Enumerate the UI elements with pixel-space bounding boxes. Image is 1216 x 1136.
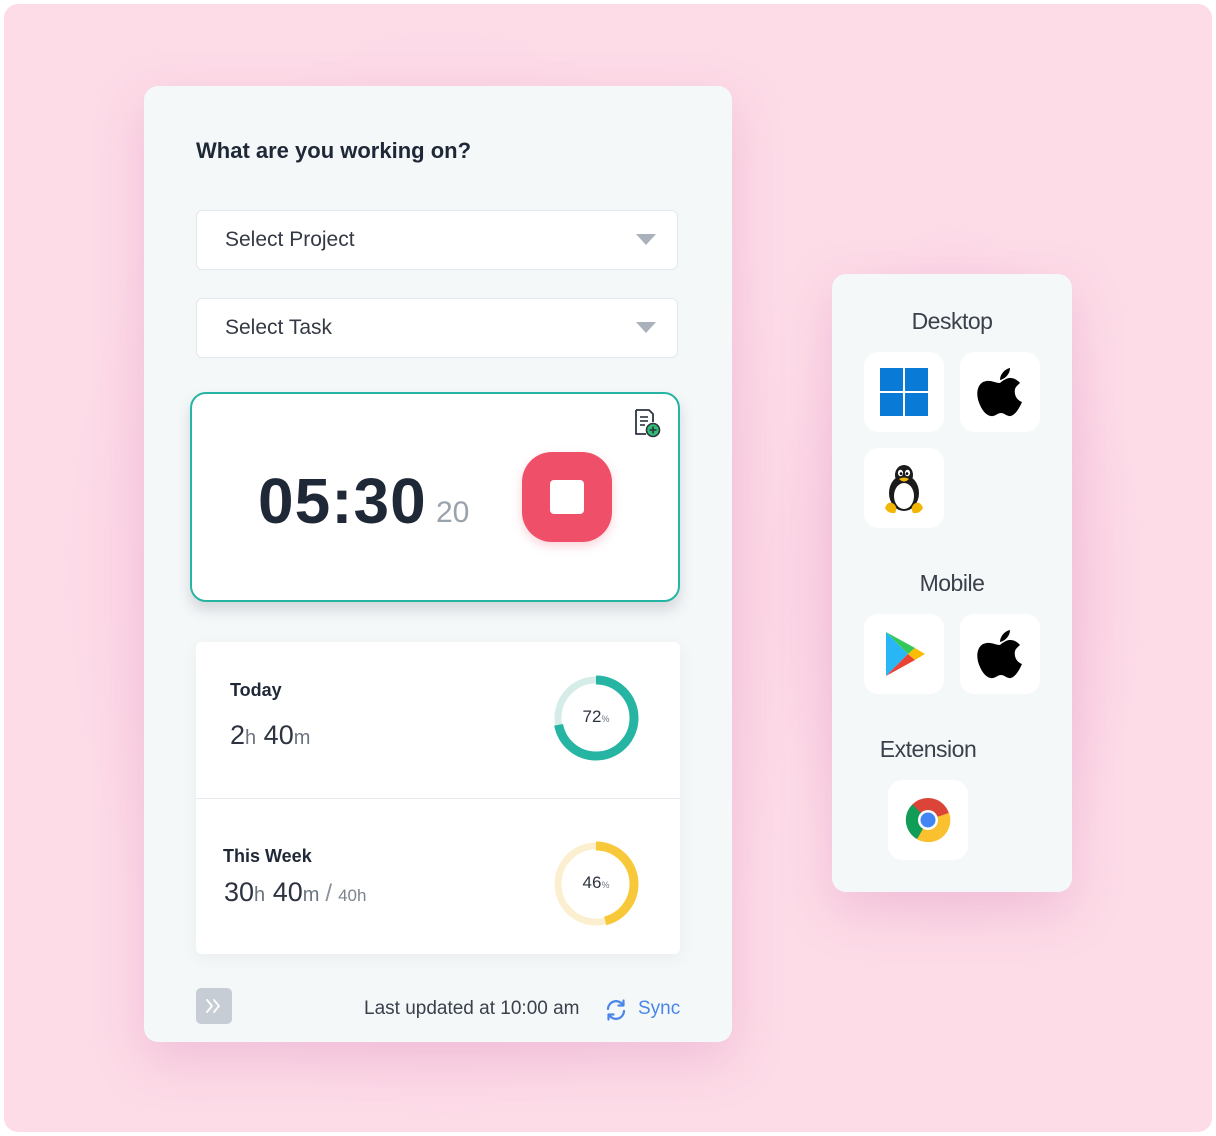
time-tracker-widget: What are you working on? Select Project … — [144, 86, 732, 1042]
linux-download-button[interactable] — [864, 448, 944, 528]
stop-icon — [550, 480, 584, 514]
platforms-panel: Desktop Mobile Extension — [832, 274, 1072, 892]
task-select[interactable]: Select Task — [196, 298, 678, 358]
stop-timer-button[interactable] — [522, 452, 612, 542]
week-percent: 46% — [582, 873, 610, 892]
windows-download-button[interactable] — [864, 352, 944, 432]
google-play-icon — [886, 632, 925, 676]
today-percent: 72% — [582, 707, 610, 726]
project-select-label: Select Project — [225, 228, 355, 251]
week-progress-ring: 46% — [550, 838, 642, 930]
google-play-download-button[interactable] — [864, 614, 944, 694]
stats-panel: Today 2h 40m 72% This Week 30h 40m/40h 4… — [196, 642, 680, 954]
question-heading: What are you working on? — [196, 138, 472, 163]
chevron-down-icon — [636, 322, 656, 333]
timer-card: 05:30 20 — [190, 392, 680, 602]
windows-icon — [880, 368, 928, 416]
extension-title: Extension — [879, 736, 977, 762]
double-chevron-right-icon — [206, 999, 220, 1013]
apple-icon — [977, 368, 1022, 417]
week-duration: 30h 40m/40h — [224, 877, 367, 907]
desktop-title: Desktop — [911, 308, 993, 334]
expand-button[interactable] — [196, 988, 232, 1024]
background-canvas: What are you working on? Select Project … — [4, 4, 1212, 1132]
add-note-icon[interactable] — [632, 408, 662, 438]
timer-seconds: 20 — [436, 496, 470, 529]
timer-display: 05:30 — [258, 465, 427, 537]
ios-download-button[interactable] — [960, 614, 1040, 694]
mobile-title: Mobile — [919, 570, 985, 596]
last-updated-text: Last updated at 10:00 am — [364, 998, 580, 1019]
sync-label: Sync — [638, 998, 681, 1019]
today-duration: 2h 40m — [230, 720, 311, 750]
linux-icon — [885, 465, 923, 514]
today-title: Today — [230, 680, 282, 700]
chrome-icon — [905, 798, 951, 843]
apple-icon — [977, 630, 1022, 679]
chrome-extension-button[interactable] — [888, 780, 968, 860]
sync-icon — [606, 999, 626, 1021]
task-select-label: Select Task — [225, 316, 332, 339]
today-progress-ring: 72% — [550, 672, 642, 764]
stats-divider — [196, 798, 680, 799]
chevron-down-icon — [636, 234, 656, 245]
macos-download-button[interactable] — [960, 352, 1040, 432]
project-select[interactable]: Select Project — [196, 210, 678, 270]
week-title: This Week — [223, 846, 312, 866]
